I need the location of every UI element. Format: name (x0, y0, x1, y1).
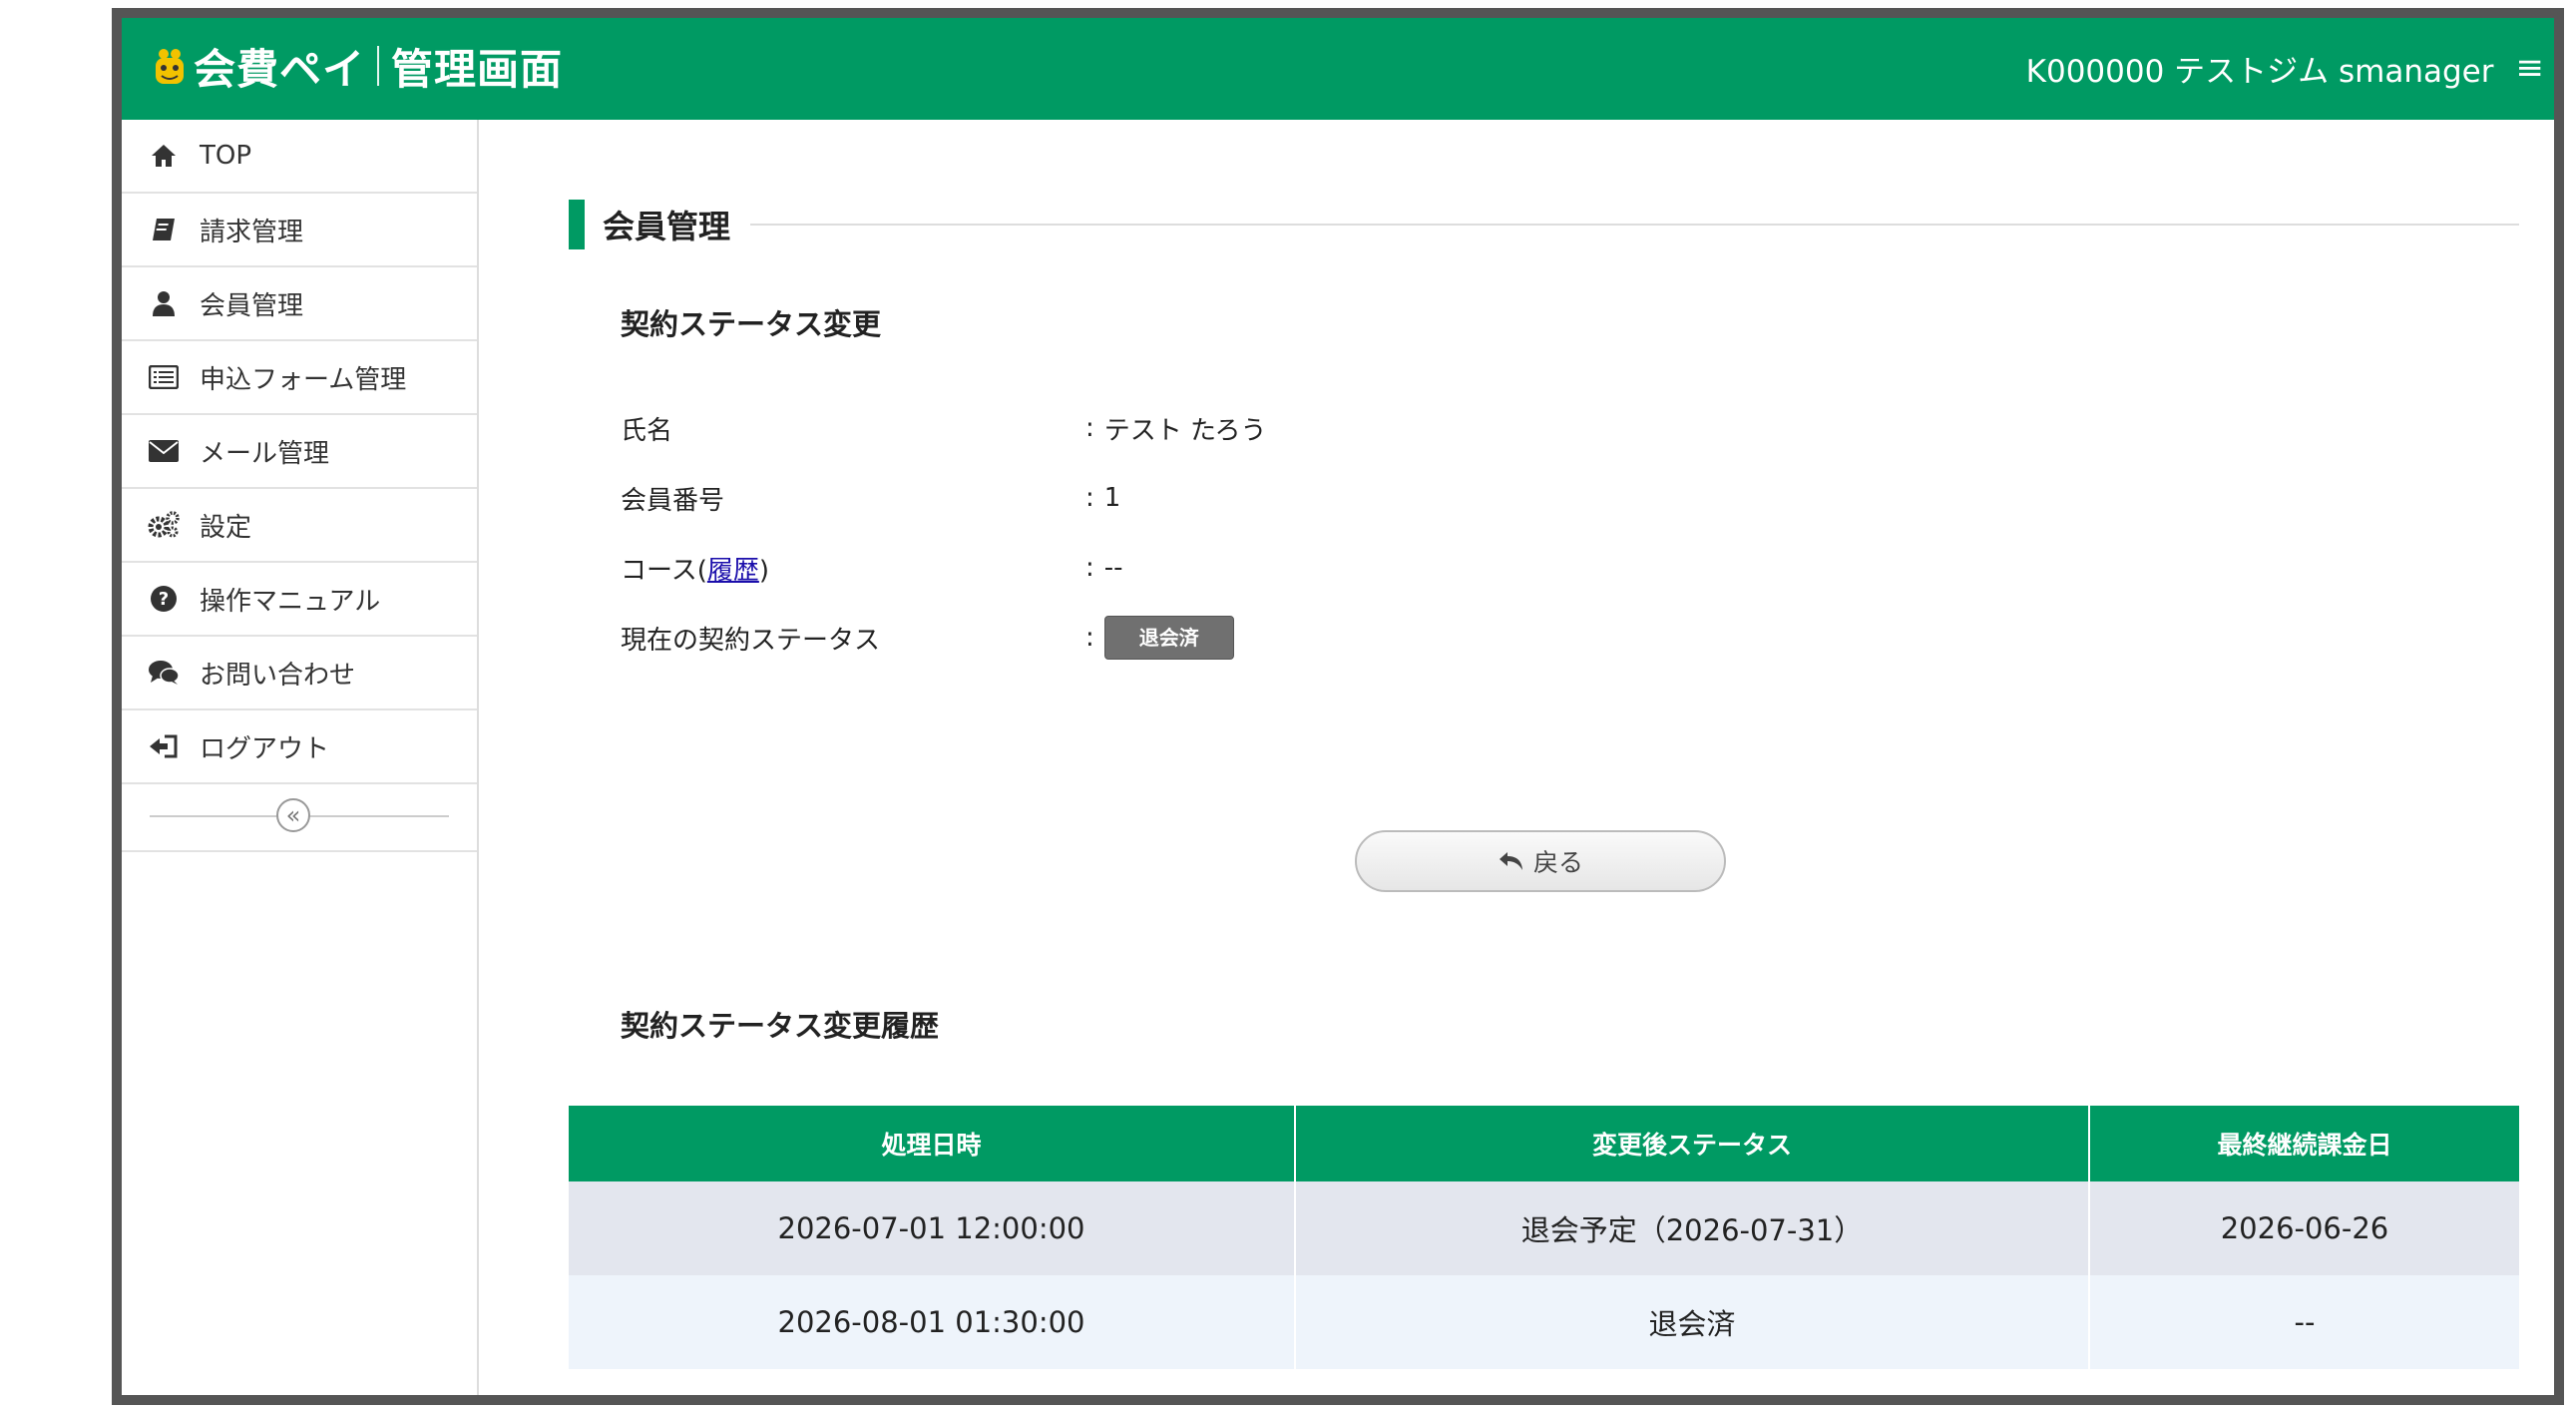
status-row: 現在の契約ステータス : 退会済 (621, 616, 1818, 660)
cell-processed-at: 2026-07-01 12:00:00 (569, 1181, 1296, 1275)
chat-icon (146, 658, 182, 688)
logout-icon (146, 731, 182, 761)
cell-last-billing-date: 2026-06-26 (2089, 1181, 2519, 1275)
name-row: 氏名 : テスト たろう (621, 408, 1818, 448)
name-value: テスト たろう (1103, 415, 1267, 446)
app-window: 会費ペイ 管理画面 K000000 テストジム smanager ≡ TOP 請… (112, 8, 2564, 1405)
course-history-link[interactable]: 履歴 (707, 556, 759, 586)
home-icon (146, 141, 182, 171)
sidebar-item-forms[interactable]: 申込フォーム管理 (122, 341, 477, 415)
table-row: 2026-07-01 12:00:00 退会予定（2026-07-31） 202… (569, 1181, 2519, 1275)
column-header-last-billing-date: 最終継続課金日 (2089, 1106, 2519, 1181)
course-value: -- (1103, 553, 1123, 583)
app-name: 会費ペイ (194, 44, 366, 94)
separator: : (1085, 623, 1094, 653)
table-header-row: 処理日時 変更後ステータス 最終継続課金日 (569, 1106, 2519, 1181)
list-icon (146, 362, 182, 392)
title-rule (750, 224, 2519, 226)
top-header: 会費ペイ 管理画面 K000000 テストジム smanager ≡ (122, 18, 2554, 120)
sidebar-item-top[interactable]: TOP (122, 120, 477, 194)
sidebar-item-settings[interactable]: 設定 (122, 489, 477, 563)
sidebar-item-label: ログアウト (200, 733, 330, 764)
history-title: 契約ステータス変更履歴 (621, 1009, 940, 1043)
cell-processed-at: 2026-08-01 01:30:00 (569, 1275, 1296, 1369)
sidebar-item-billing[interactable]: 請求管理 (122, 194, 477, 267)
sidebar-item-label: 会員管理 (200, 290, 304, 321)
sidebar-item-contact[interactable]: お問い合わせ (122, 637, 477, 710)
cell-new-status: 退会予定（2026-07-31） (1295, 1181, 2090, 1275)
section-header: 会員管理 (569, 200, 2519, 249)
sidebar-item-label: TOP (200, 141, 252, 171)
sidebar-item-logout[interactable]: ログアウト (122, 710, 477, 784)
sidebar-item-label: 操作マニュアル (200, 586, 381, 617)
sidebar-item-manual[interactable]: ? 操作マニュアル (122, 563, 477, 637)
sidebar: TOP 請求管理 会員管理 申込フォーム管理 メール管理 設定 ? 操作マニュア… (122, 120, 479, 1395)
mascot-icon (156, 49, 184, 84)
back-button-label: 戻る (1532, 848, 1583, 877)
sidebar-item-label: お問い合わせ (200, 660, 356, 691)
svg-text:?: ? (159, 589, 169, 610)
history-table: 処理日時 変更後ステータス 最終継続課金日 2026-07-01 12:00:0… (569, 1106, 2519, 1369)
separator: : (1085, 483, 1094, 513)
sidebar-item-label: 設定 (200, 512, 252, 543)
sidebar-item-label: メール管理 (200, 438, 330, 469)
course-value-wrap: : -- (1085, 553, 1123, 583)
sidebar-item-label: 請求管理 (200, 217, 304, 247)
column-header-processed-at: 処理日時 (569, 1106, 1296, 1181)
column-header-new-status: 変更後ステータス (1295, 1106, 2090, 1181)
page-title: 会員管理 (603, 208, 731, 245)
member-no-value-wrap: : 1 (1085, 483, 1120, 513)
status-value-wrap: : 退会済 (1085, 616, 1234, 660)
name-label: 氏名 (621, 415, 673, 446)
member-no-row: 会員番号 : 1 (621, 478, 1818, 518)
course-row: コース(履歴) : -- (621, 548, 1818, 588)
app-logo[interactable]: 会費ペイ 管理画面 (150, 36, 563, 96)
table-row: 2026-08-01 01:30:00 退会済 -- (569, 1275, 2519, 1369)
course-label-prefix: コース( (621, 555, 707, 586)
title-accent-bar (569, 200, 585, 249)
gears-icon (146, 510, 182, 540)
hamburger-menu-icon[interactable]: ≡ (2516, 48, 2545, 88)
envelope-icon (146, 436, 182, 466)
book-icon (146, 215, 182, 244)
separator: : (1085, 553, 1094, 583)
member-no-value: 1 (1103, 483, 1121, 513)
user-icon (146, 288, 182, 318)
collapse-sidebar-button[interactable]: « (276, 798, 310, 832)
sidebar-item-members[interactable]: 会員管理 (122, 267, 477, 341)
member-no-label: 会員番号 (621, 485, 725, 516)
back-button[interactable]: 戻る (1355, 830, 1726, 892)
status-badge: 退会済 (1103, 616, 1234, 660)
course-label-suffix: ) (758, 555, 770, 586)
cell-last-billing-date: -- (2089, 1275, 2519, 1369)
sidebar-item-mail[interactable]: メール管理 (122, 415, 477, 489)
sidebar-collapse-row: « (122, 784, 477, 852)
status-label: 現在の契約ステータス (621, 625, 881, 656)
cell-new-status: 退会済 (1295, 1275, 2090, 1369)
subsection-title: 契約ステータス変更 (621, 307, 882, 341)
logo-separator (377, 46, 380, 86)
question-icon: ? (146, 584, 182, 614)
user-area: K000000 テストジム smanager ≡ (2026, 40, 2544, 96)
name-value-wrap: : テスト たろう (1085, 410, 1266, 447)
course-label: コース(履歴) (621, 550, 1085, 587)
user-label[interactable]: K000000 テストジム smanager (2026, 46, 2494, 91)
main-content: 会員管理 契約ステータス変更 氏名 : テスト たろう 会員番号 : 1 コース… (477, 120, 2554, 1395)
separator: : (1085, 413, 1094, 443)
app-subtitle: 管理画面 (391, 44, 564, 94)
sidebar-item-label: 申込フォーム管理 (200, 364, 407, 395)
reply-arrow-icon (1499, 852, 1522, 870)
